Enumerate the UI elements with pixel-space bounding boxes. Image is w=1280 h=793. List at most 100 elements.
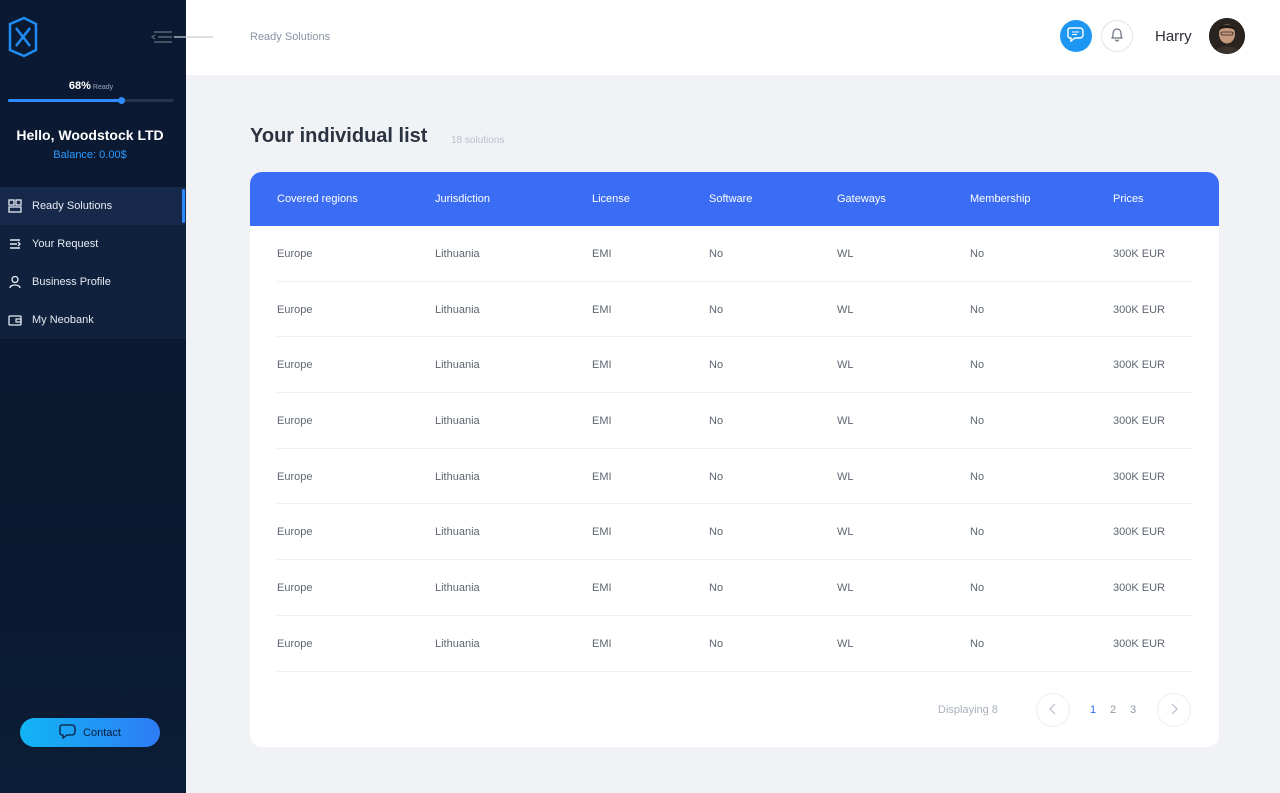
bell-icon (1110, 26, 1124, 47)
cell-gateways: WL (837, 637, 854, 650)
cell-covered-regions: Europe (277, 415, 313, 428)
table-row[interactable]: Europe Lithuania EMI No WL No 300K EUR (277, 282, 1193, 338)
cell-membership: No (970, 248, 985, 260)
sidebar-item-business-profile[interactable]: Business Profile (0, 263, 186, 301)
cell-software: No (709, 415, 724, 428)
cell-price: 300K EUR (1113, 359, 1165, 372)
page-number-1[interactable]: 1 (1090, 704, 1096, 716)
cell-covered-regions: Europe (277, 526, 313, 539)
progress-fill (8, 99, 121, 102)
page-number-3[interactable]: 3 (1130, 704, 1136, 716)
table-header: Covered regions Jurisdiction License Sof… (250, 172, 1219, 226)
cell-covered-regions: Europe (277, 582, 313, 595)
cell-jurisdiction: Lithuania (435, 637, 480, 650)
sidebar-item-label: Business Profile (32, 276, 111, 288)
cell-gateways: WL (837, 359, 854, 372)
table-row[interactable]: Europe Lithuania EMI No WL No 300K EUR (277, 393, 1193, 449)
table-row[interactable]: Europe Lithuania EMI No WL No 300K EUR (277, 504, 1193, 561)
app-logo[interactable] (6, 16, 40, 58)
cell-jurisdiction: Lithuania (435, 415, 480, 428)
table-row[interactable]: Europe Lithuania EMI No WL No 300K EUR (277, 616, 1193, 672)
next-page-button[interactable] (1157, 693, 1191, 727)
cell-software: No (709, 582, 724, 595)
greeting: Hello, Woodstock LTD (16, 127, 164, 143)
page-number-2[interactable]: 2 (1110, 704, 1116, 716)
cell-covered-regions: Europe (277, 248, 313, 260)
user-icon (8, 275, 22, 289)
cell-price: 300K EUR (1113, 582, 1165, 595)
cell-software: No (709, 470, 724, 483)
cell-jurisdiction: Lithuania (435, 526, 480, 539)
cell-covered-regions: Europe (277, 470, 313, 483)
breadcrumb: Ready Solutions (250, 31, 331, 43)
cell-jurisdiction: Lithuania (435, 248, 480, 260)
sidebar: 68% Ready Hello, Woodstock LTD Balance: 0… (0, 0, 186, 793)
cell-membership: No (970, 637, 985, 650)
notifications-button[interactable] (1101, 20, 1133, 52)
pagination: Displaying 8 1 2 3 (250, 692, 1219, 728)
contact-button[interactable]: Contact (20, 718, 160, 747)
progress-ready-label: Ready (92, 84, 114, 91)
progress-percent: 68% (68, 80, 91, 92)
cell-software: No (709, 248, 724, 260)
wallet-icon (8, 313, 22, 327)
sidebar-nav: Ready Solutions Your Request Business Pr… (0, 187, 186, 339)
collapse-menu-icon[interactable] (150, 27, 214, 47)
chat-button[interactable] (1060, 20, 1092, 52)
cell-gateways: WL (837, 526, 854, 539)
cell-software: No (709, 303, 724, 316)
sidebar-item-your-request[interactable]: Your Request (0, 225, 186, 263)
solutions-icon (8, 199, 22, 213)
sidebar-item-ready-solutions[interactable]: Ready Solutions (0, 187, 186, 225)
cell-price: 300K EUR (1113, 637, 1165, 650)
cell-license: EMI (592, 526, 612, 539)
avatar[interactable] (1209, 18, 1245, 54)
column-header-software[interactable]: Software (709, 193, 752, 205)
cell-license: EMI (592, 248, 612, 260)
cell-software: No (709, 526, 724, 539)
table-row[interactable]: Europe Lithuania EMI No WL No 300K EUR (277, 226, 1193, 282)
cell-license: EMI (592, 582, 612, 595)
cell-gateways: WL (837, 248, 854, 260)
chevron-right-icon (1170, 703, 1178, 718)
cell-price: 300K EUR (1113, 470, 1165, 483)
solutions-table-card: Covered regions Jurisdiction License Sof… (250, 172, 1219, 747)
cell-license: EMI (592, 637, 612, 650)
cell-covered-regions: Europe (277, 303, 313, 316)
prev-page-button[interactable] (1036, 693, 1070, 727)
cell-jurisdiction: Lithuania (435, 303, 480, 316)
cell-license: EMI (592, 359, 612, 372)
sidebar-item-label: My Neobank (32, 314, 94, 326)
table-row[interactable]: Europe Lithuania EMI No WL No 300K EUR (277, 337, 1193, 394)
chat-icon (1067, 26, 1085, 47)
cell-membership: No (970, 303, 985, 316)
cell-gateways: WL (837, 582, 854, 595)
cell-license: EMI (592, 470, 612, 483)
balance: Balance: 0.00$ (53, 149, 127, 161)
column-header-membership[interactable]: Membership (970, 193, 1031, 205)
cell-jurisdiction: Lithuania (435, 359, 480, 372)
cell-covered-regions: Europe (277, 359, 313, 372)
cell-license: EMI (592, 303, 612, 316)
column-header-prices[interactable]: Prices (1113, 193, 1144, 205)
table-row[interactable]: Europe Lithuania EMI No WL No 300K EUR (277, 560, 1193, 616)
table-body: Europe Lithuania EMI No WL No 300K EUR Europe Li… (250, 226, 1219, 672)
sidebar-item-my-neobank[interactable]: My Neobank (0, 301, 186, 339)
displaying-count: Displaying 8 (938, 704, 998, 716)
contact-label: Contact (83, 726, 121, 739)
cell-jurisdiction: Lithuania (435, 470, 480, 483)
cell-membership: No (970, 359, 985, 372)
table-row[interactable]: Europe Lithuania EMI No WL No 300K EUR (277, 449, 1193, 505)
cell-gateways: WL (837, 303, 854, 316)
user-name[interactable]: Harry (1155, 28, 1192, 45)
cell-gateways: WL (837, 415, 854, 428)
column-header-gateways[interactable]: Gateways (837, 193, 886, 205)
column-header-jurisdiction[interactable]: Jurisdiction (435, 193, 490, 205)
column-header-license[interactable]: License (592, 193, 630, 205)
cell-membership: No (970, 470, 985, 483)
cell-software: No (709, 359, 724, 372)
cell-membership: No (970, 582, 985, 595)
cell-license: EMI (592, 415, 612, 428)
column-header-covered-regions[interactable]: Covered regions (277, 193, 358, 205)
cell-price: 300K EUR (1113, 415, 1165, 428)
